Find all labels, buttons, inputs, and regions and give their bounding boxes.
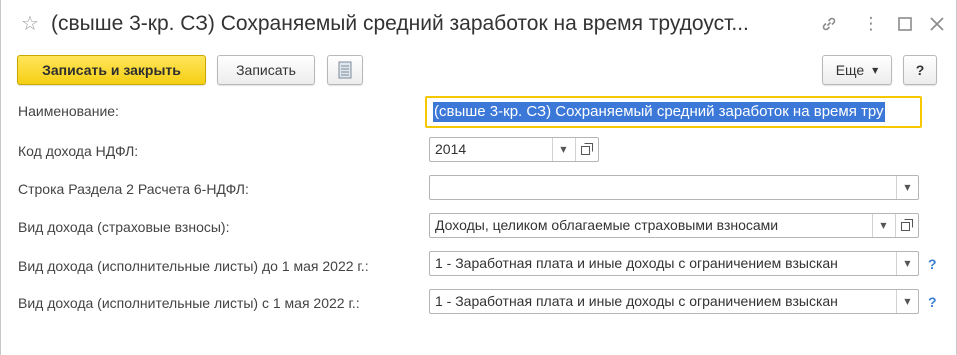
name-input[interactable]: (свыше 3-кр. СЗ) Сохраняемый средний зар…	[425, 96, 922, 128]
star-icon[interactable]: ☆	[19, 12, 41, 34]
writ-after-help[interactable]: ?	[928, 294, 937, 310]
document-list-icon	[338, 61, 352, 79]
chevron-down-icon[interactable]: ▼	[896, 176, 918, 199]
writ-after-select[interactable]: 1 - Заработная плата и иные доходы с огр…	[429, 289, 919, 314]
save-and-close-button[interactable]: Записать и закрыть	[17, 55, 206, 85]
window-title: (свыше 3-кр. СЗ) Сохраняемый средний зар…	[51, 12, 749, 35]
report-button[interactable]	[327, 55, 363, 85]
ndfl-code-value: 2014	[435, 141, 467, 157]
open-icon[interactable]	[895, 214, 917, 237]
name-input-value: (свыше 3-кр. СЗ) Сохраняемый средний зар…	[433, 102, 885, 122]
chevron-down-icon[interactable]: ▼	[552, 138, 574, 161]
more-label: Еще	[835, 62, 865, 78]
help-button[interactable]: ?	[903, 55, 937, 85]
chevron-down-icon[interactable]: ▼	[896, 290, 918, 313]
more-icon[interactable]: ⋮	[859, 12, 883, 36]
save-button[interactable]: Записать	[217, 55, 315, 85]
chevron-down-icon: ▼	[872, 66, 879, 75]
writ-after-value: 1 - Заработная плата и иные доходы с огр…	[435, 293, 838, 309]
insurance-select[interactable]: Доходы, целиком облагаемые страховыми вз…	[429, 213, 919, 238]
chevron-down-icon[interactable]: ▼	[872, 214, 894, 237]
writ-before-select[interactable]: 1 - Заработная плата и иные доходы с огр…	[429, 251, 919, 276]
link-icon[interactable]	[817, 12, 841, 36]
form-window: ☆ (свыше 3-кр. СЗ) Сохраняемый средний з…	[0, 0, 957, 355]
writ-before-help[interactable]: ?	[928, 256, 937, 272]
writ-before-label: Вид дохода (исполнительные листы) до 1 м…	[18, 258, 369, 274]
name-label: Наименование:	[18, 103, 119, 119]
maximize-icon[interactable]	[893, 12, 917, 36]
chevron-down-icon[interactable]: ▼	[896, 252, 918, 275]
writ-before-value: 1 - Заработная плата и иные доходы с огр…	[435, 255, 838, 271]
section2-label: Строка Раздела 2 Расчета 6-НДФЛ:	[18, 181, 249, 197]
insurance-value: Доходы, целиком облагаемые страховыми вз…	[435, 217, 779, 233]
section2-select[interactable]: ▼	[429, 175, 919, 200]
close-icon[interactable]	[925, 12, 949, 36]
writ-after-label: Вид дохода (исполнительные листы) с 1 ма…	[18, 295, 360, 311]
more-menu-button[interactable]: Еще ▼	[822, 55, 892, 85]
ndfl-code-label: Код дохода НДФЛ:	[18, 143, 139, 159]
ndfl-code-select[interactable]: 2014 ▼	[429, 137, 599, 162]
title-bar: ☆ (свыше 3-кр. СЗ) Сохраняемый средний з…	[1, 0, 957, 50]
insurance-label: Вид дохода (страховые взносы):	[18, 219, 230, 235]
open-icon[interactable]	[575, 138, 597, 161]
